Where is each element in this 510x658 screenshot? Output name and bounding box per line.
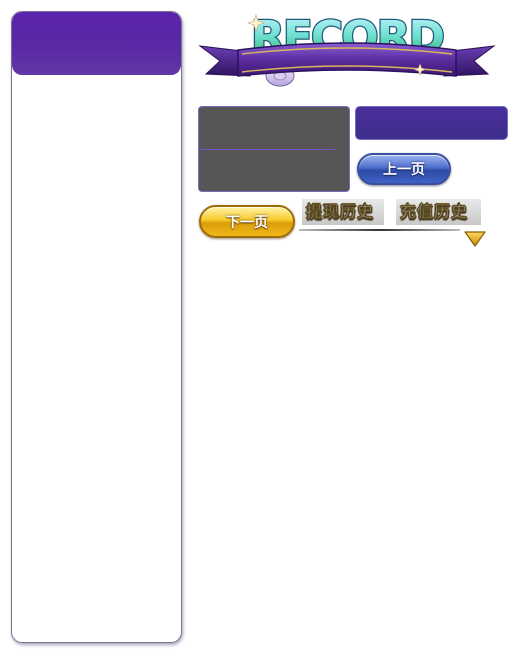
next-page-label: 下一页 [226, 214, 268, 231]
record-banner: RECORD [198, 6, 496, 96]
next-page-button[interactable]: 下一页 [199, 205, 295, 238]
left-panel [11, 11, 182, 643]
prev-page-button[interactable]: 上一页 [357, 153, 451, 185]
tab-recharge-history[interactable]: 充值历史 [396, 199, 481, 225]
purple-bar [355, 106, 508, 140]
left-panel-header [12, 12, 181, 75]
tab-underline [299, 229, 460, 231]
triangle-down-icon[interactable] [464, 231, 486, 247]
content-divider [201, 149, 335, 150]
prev-page-label: 上一页 [383, 162, 425, 178]
tab-withdraw-history[interactable]: 提现历史 [302, 199, 384, 225]
content-box [198, 106, 350, 192]
